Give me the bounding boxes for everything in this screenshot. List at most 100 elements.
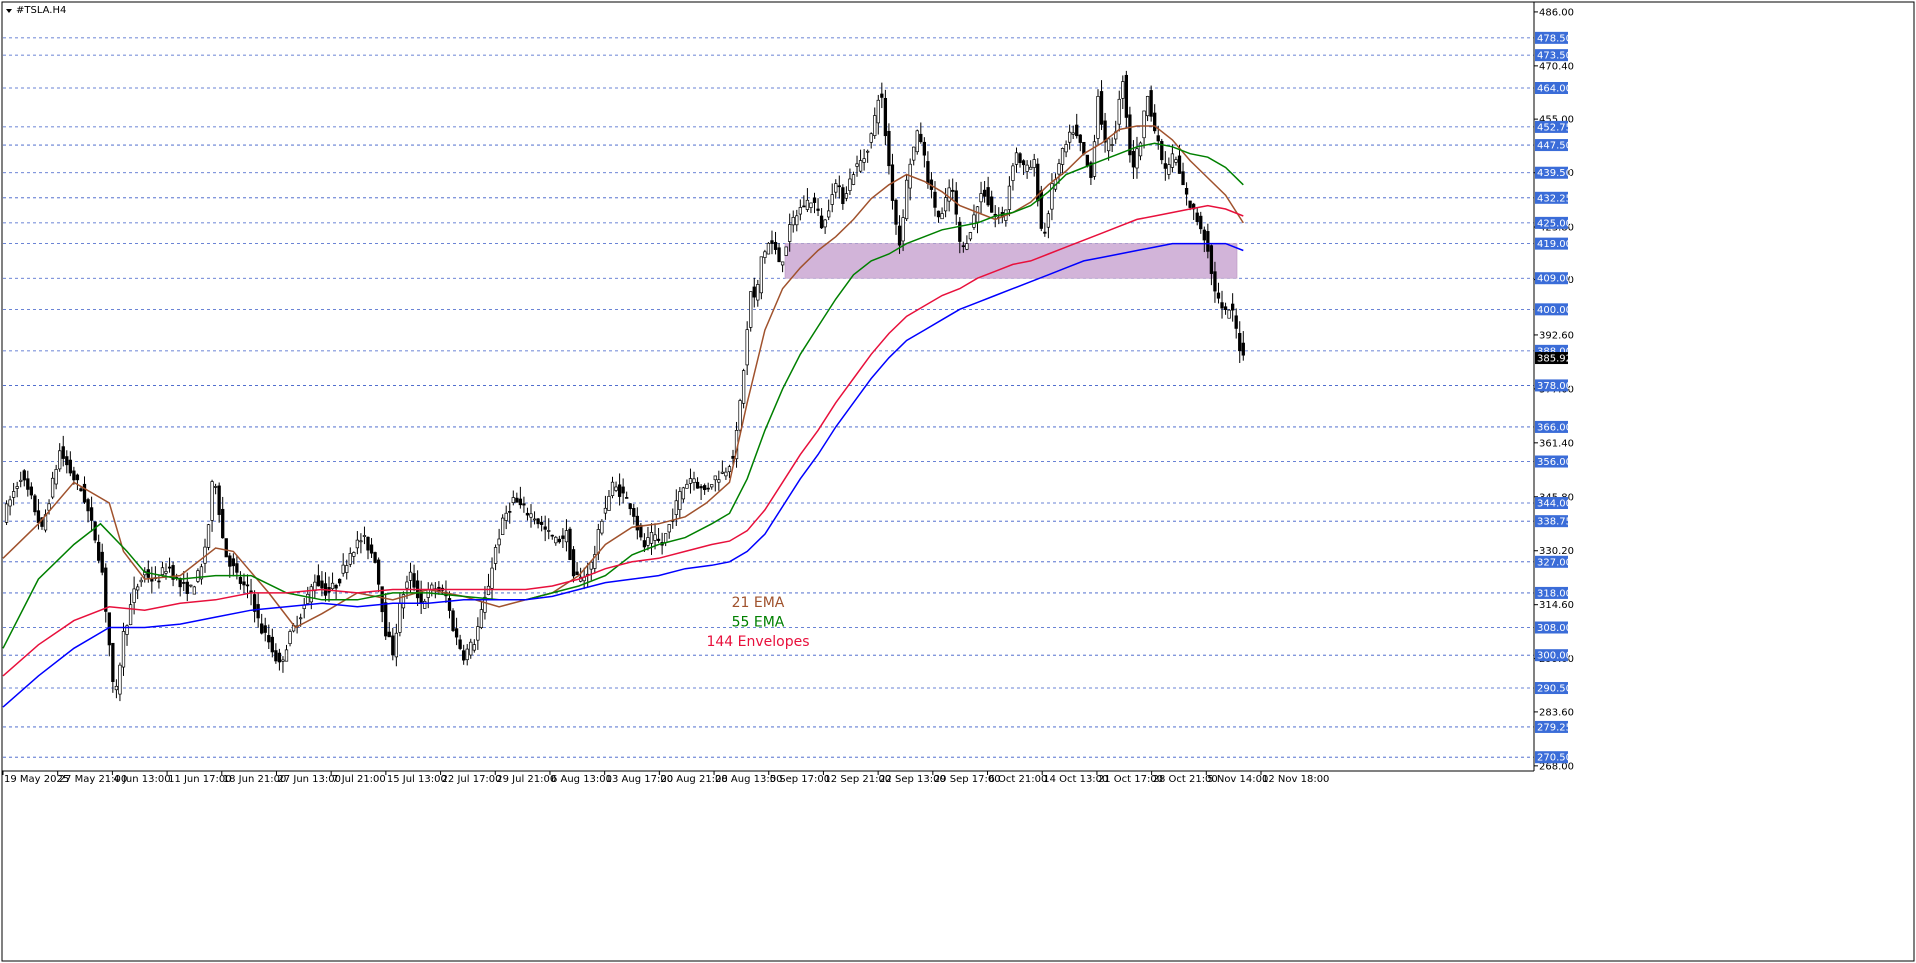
candle-body xyxy=(182,582,186,584)
candle-body xyxy=(501,517,505,535)
candle-body xyxy=(600,520,604,534)
candle-body xyxy=(157,580,161,583)
candle-body xyxy=(82,483,87,503)
candle-body xyxy=(589,561,593,570)
candle-body xyxy=(29,486,33,496)
candle-body xyxy=(883,97,888,137)
candle-body xyxy=(334,584,338,589)
candle-body xyxy=(504,512,508,521)
candle-body xyxy=(692,478,696,483)
level-label: 447.50 xyxy=(1537,141,1572,152)
level-label: 439.50 xyxy=(1537,168,1572,179)
candle-body xyxy=(306,593,310,604)
candle-body xyxy=(720,471,725,474)
candle-body xyxy=(1078,134,1082,143)
candle-body xyxy=(260,623,264,634)
candle-body xyxy=(1025,164,1029,172)
candle-body xyxy=(1234,315,1238,329)
price-tick-label: 361.40 xyxy=(1539,438,1574,449)
zone-layer xyxy=(784,243,1238,279)
candle-body xyxy=(759,256,763,294)
candle-body xyxy=(1007,185,1012,210)
candle-body xyxy=(812,197,817,203)
candle-body xyxy=(167,566,172,569)
candle-body xyxy=(458,639,462,649)
candle-body xyxy=(904,179,909,220)
candle-body xyxy=(695,481,700,489)
time-tick-label: 5 Nov 14:00 xyxy=(1207,774,1268,785)
candle-body xyxy=(770,240,774,244)
candle-body xyxy=(887,130,891,167)
candle-body xyxy=(348,553,352,565)
time-tick-label: 6 Aug 13:00 xyxy=(551,774,612,785)
level-label: 432.25 xyxy=(1537,193,1572,204)
candle-body xyxy=(880,93,884,98)
candle-body xyxy=(873,115,877,136)
candle-body xyxy=(1106,138,1111,152)
candle-body xyxy=(958,221,962,242)
candle-body xyxy=(940,213,944,220)
candle-body xyxy=(228,555,232,567)
candle-body xyxy=(1156,135,1160,142)
candle-body xyxy=(22,470,26,481)
candle-body xyxy=(1131,150,1136,168)
candle-body xyxy=(423,600,427,609)
candle-body xyxy=(231,558,235,567)
candle-body xyxy=(469,641,473,656)
candle-body xyxy=(1018,153,1022,163)
candle-body xyxy=(752,286,756,298)
price-chart[interactable]: 486.00470.40455.00439.50423.80408.60392.… xyxy=(0,0,1916,963)
candle-body xyxy=(1177,155,1182,174)
candle-body xyxy=(649,532,654,544)
candle-body xyxy=(1032,159,1036,168)
candle-body xyxy=(922,141,927,156)
candle-body xyxy=(192,586,197,595)
candle-body xyxy=(1163,163,1167,169)
candle-body xyxy=(252,594,257,612)
time-tick-label: 7 Jul 21:00 xyxy=(332,774,386,785)
candle-body xyxy=(288,631,292,645)
candle-body xyxy=(121,631,126,668)
candle-body xyxy=(614,486,618,491)
candle-body xyxy=(1202,229,1206,241)
candle-body xyxy=(547,530,551,532)
candle-body xyxy=(472,644,476,651)
level-label: 270.50 xyxy=(1537,753,1572,764)
candle-body xyxy=(97,541,101,561)
candle-body xyxy=(1124,74,1128,118)
dropdown-triangle-icon[interactable] xyxy=(6,9,12,13)
time-tick-label: 5 Sep 17:00 xyxy=(770,774,830,785)
candle-body xyxy=(15,486,19,489)
candle-body xyxy=(532,518,537,521)
candle-body xyxy=(933,191,937,208)
candle-body xyxy=(497,538,501,546)
candle-body xyxy=(894,199,898,225)
candle-body xyxy=(136,586,140,591)
candle-body xyxy=(965,243,969,250)
candle-body xyxy=(1099,91,1104,125)
candle-body xyxy=(1241,342,1245,356)
candle-body xyxy=(518,498,523,506)
candle-body xyxy=(607,495,611,511)
series-line xyxy=(2,125,1244,629)
candle-body xyxy=(1209,245,1214,274)
level-label: 378.00 xyxy=(1537,381,1572,392)
candle-body xyxy=(384,602,388,637)
candle-body xyxy=(93,521,97,541)
candle-body xyxy=(851,174,856,185)
candle-body xyxy=(486,585,491,596)
candle-body xyxy=(316,575,321,587)
candle-body xyxy=(522,503,526,506)
time-axis: 19 May 202527 May 21:004 Jun 13:0011 Jun… xyxy=(2,770,1534,785)
candle-body xyxy=(681,487,686,500)
candle-body xyxy=(972,214,976,228)
candle-body xyxy=(858,160,863,172)
candle-body xyxy=(36,510,41,523)
candle-body xyxy=(628,503,632,510)
candle-body xyxy=(330,582,335,590)
candle-body xyxy=(827,210,831,218)
candle-body xyxy=(373,552,377,563)
candle-body xyxy=(688,478,693,484)
candle-body xyxy=(809,202,813,208)
candle-body xyxy=(536,518,540,525)
